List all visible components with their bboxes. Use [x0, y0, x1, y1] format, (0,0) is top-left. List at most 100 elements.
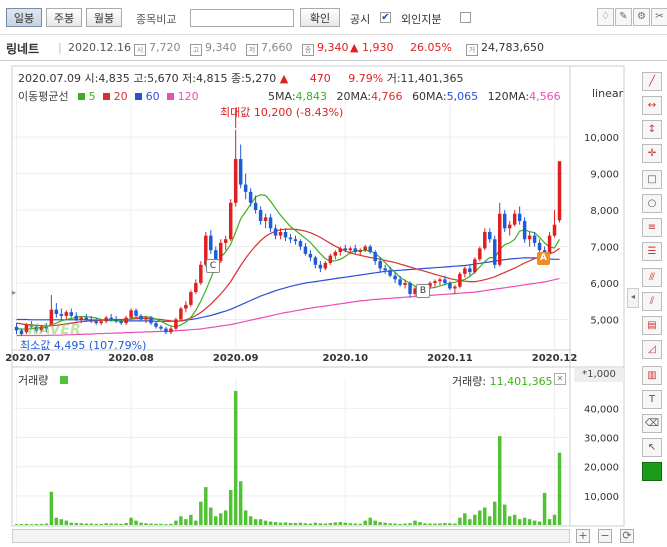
volume-bar — [473, 514, 477, 525]
volume-bar — [54, 517, 59, 525]
candle-body — [358, 250, 362, 253]
volume-bar — [29, 524, 34, 525]
volume-bar — [497, 436, 502, 525]
volume-bar — [154, 523, 158, 525]
candle-body — [502, 213, 507, 229]
candle-body — [443, 279, 447, 284]
volume-bar — [273, 522, 278, 525]
fan-icon[interactable]: ⫻ — [642, 268, 662, 287]
volume-bar — [79, 523, 83, 525]
volume-bar — [333, 522, 338, 525]
volume-bar — [408, 523, 412, 525]
speed-line-icon[interactable]: ◿ — [642, 340, 662, 359]
candle-body — [228, 202, 233, 240]
volume-bar — [413, 520, 417, 525]
crosshair-icon[interactable]: ✛ — [642, 144, 662, 163]
candle-body — [258, 210, 263, 222]
horizontal-line-icon[interactable]: ↔ — [642, 96, 662, 115]
fibonacci-icon[interactable]: ≡ — [642, 218, 662, 237]
trendline-icon[interactable]: ╱ — [642, 72, 662, 91]
rectangle-icon[interactable]: □ — [642, 170, 662, 189]
volume-bar — [512, 514, 517, 525]
candle-body — [54, 309, 59, 315]
marker-a[interactable]: A — [537, 252, 550, 265]
legend-low: 4,815 — [195, 72, 228, 85]
volume-bar — [263, 520, 268, 525]
candle-body — [403, 283, 407, 285]
volume-bar — [94, 523, 98, 525]
ma20-line — [16, 228, 560, 327]
volume-bar — [253, 519, 258, 525]
volume-bar — [144, 523, 148, 525]
color-picker-icon[interactable] — [642, 462, 662, 481]
volume-bar — [368, 517, 372, 525]
candle-body — [99, 321, 103, 324]
volume-bar — [124, 522, 128, 525]
volume-bar — [104, 523, 108, 525]
volume-bar — [443, 522, 447, 525]
eraser-icon[interactable]: ⌫ — [642, 414, 662, 433]
volume-bar — [493, 501, 497, 525]
parallel-icon[interactable]: ▤ — [642, 316, 662, 335]
candle-body — [278, 231, 283, 236]
volume-bar — [238, 481, 243, 525]
scroll-left-icon[interactable]: ▸ — [12, 288, 18, 306]
volume-bar — [14, 524, 19, 525]
candle-body — [388, 270, 392, 276]
volume-bar — [363, 520, 367, 525]
retracement-icon[interactable]: ☰ — [642, 242, 662, 261]
marker-b[interactable]: B — [416, 284, 430, 298]
vertical-line-icon[interactable]: ↕ — [642, 120, 662, 139]
volume-bar — [164, 524, 168, 525]
volume-bar — [557, 452, 562, 525]
candle-body — [338, 248, 343, 253]
candle-body — [248, 191, 253, 203]
ma-legend: 이동평균선 5 20 60 120 — [18, 88, 199, 104]
volume-bar — [323, 523, 328, 525]
candle-body — [64, 312, 69, 316]
volume-bar — [268, 521, 273, 525]
candle-body — [537, 242, 542, 251]
candle-body — [383, 268, 387, 271]
candle-body — [179, 308, 183, 320]
volume-tick-label: 30,000 — [584, 434, 619, 445]
scale-type[interactable]: linear — [592, 87, 623, 100]
volume-bar — [243, 510, 248, 525]
volume-bar — [44, 523, 49, 525]
volume-bar — [483, 507, 487, 525]
volume-bar — [223, 510, 228, 525]
channel-icon[interactable]: ⫽ — [642, 292, 662, 311]
volume-bar — [328, 522, 333, 525]
volume-bar — [463, 513, 467, 525]
volume-close-icon[interactable]: ✕ — [554, 373, 566, 385]
volume-bar — [189, 514, 193, 525]
candle-body — [353, 248, 357, 253]
volume-bar — [209, 507, 213, 525]
zoom-in-button[interactable]: + — [576, 529, 590, 543]
zoom-out-button[interactable]: − — [598, 529, 612, 543]
candle-body — [169, 328, 173, 333]
gann-icon[interactable]: ▥ — [642, 366, 662, 385]
candle-body — [164, 328, 168, 333]
candle-body — [174, 319, 178, 329]
ma60-label: 60 — [145, 90, 160, 103]
legend-high: 5,670 — [147, 72, 179, 85]
pointer-icon[interactable]: ↖ — [642, 438, 662, 457]
toggle-tools-icon[interactable]: ◂ — [627, 288, 639, 308]
legend-open: 4,835 — [98, 72, 130, 85]
price-tick-label: 6,000 — [590, 279, 619, 290]
volume-bar — [119, 523, 123, 525]
price-tick-label: 5,000 — [590, 315, 619, 326]
ma-values: 5MA:4,843 20MA:4,766 60MA:5,065 120MA:4,… — [268, 90, 561, 103]
ma20-swatch — [103, 93, 111, 100]
text-icon[interactable]: T — [642, 390, 662, 409]
reset-button[interactable]: ⟳ — [620, 529, 634, 543]
volume-unit: *1,000 — [574, 368, 624, 382]
circle-icon[interactable]: ○ — [642, 194, 662, 213]
ma5-label: 5 — [88, 90, 96, 103]
candle-body — [527, 235, 532, 240]
scrollbar[interactable] — [12, 529, 570, 543]
volume-bar — [453, 523, 457, 525]
marker-c[interactable]: C — [206, 259, 220, 273]
candle-body — [74, 315, 79, 320]
